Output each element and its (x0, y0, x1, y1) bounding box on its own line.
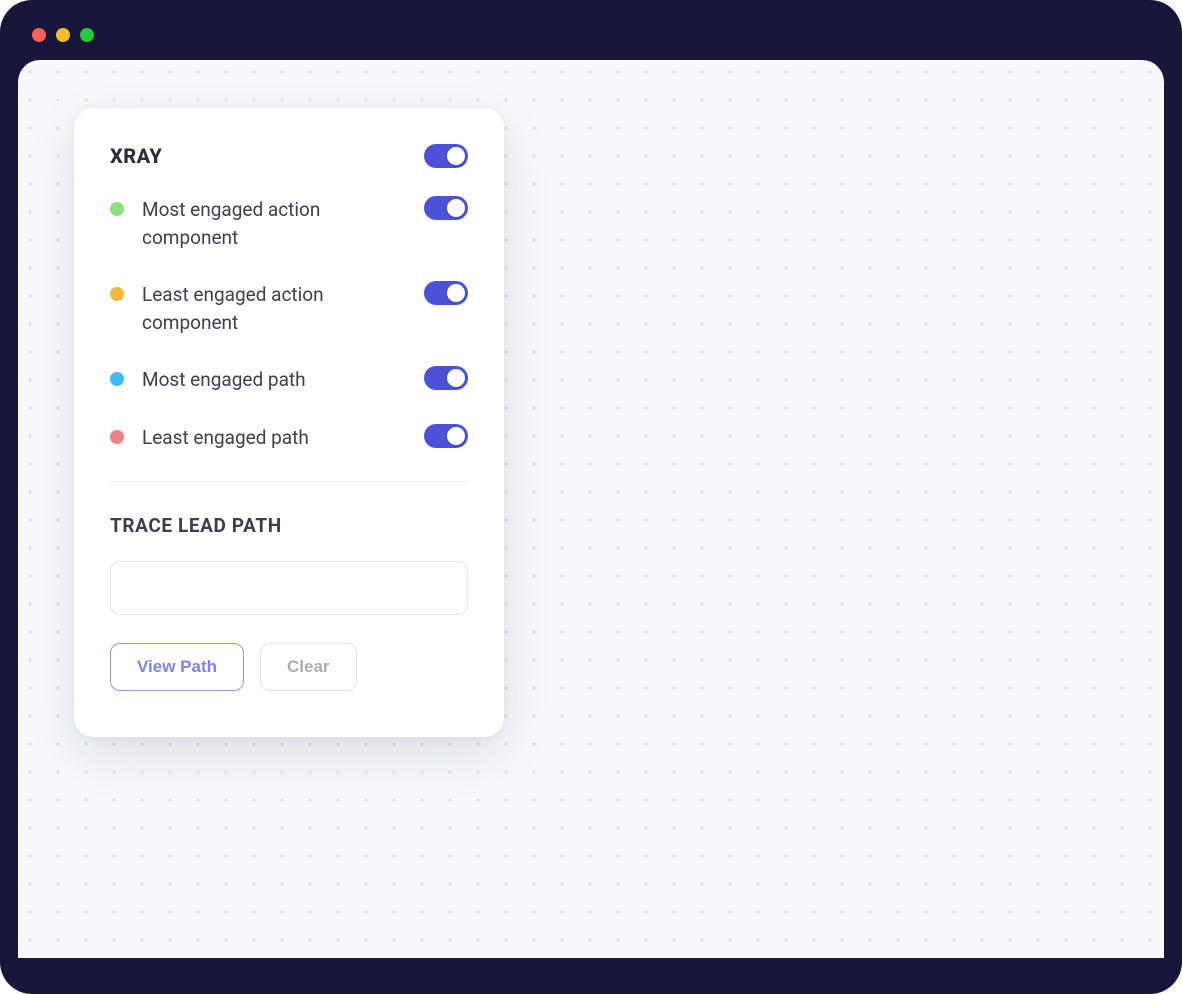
toggle-most-engaged-action[interactable] (424, 196, 468, 220)
option-label: Most engaged action component (142, 196, 382, 251)
color-dot-icon (110, 202, 124, 216)
maximize-window-icon[interactable] (80, 28, 94, 42)
trace-section-title: TRACE LEAD PATH (110, 514, 468, 537)
color-dot-icon (110, 287, 124, 301)
toggle-knob-icon (447, 369, 465, 387)
panel-title: XRAY (110, 144, 162, 168)
option-least-engaged-path: Least engaged path (110, 424, 468, 452)
close-window-icon[interactable] (32, 28, 46, 42)
option-label: Least engaged action component (142, 281, 382, 336)
canvas-area: XRAY Most engaged action component Least… (18, 60, 1164, 958)
divider (110, 481, 468, 482)
option-left: Most engaged path (110, 366, 406, 394)
window-controls (18, 18, 1164, 60)
option-label: Least engaged path (142, 424, 309, 452)
option-left: Least engaged action component (110, 281, 406, 336)
button-row: View Path Clear (110, 643, 468, 691)
panel-header: XRAY (110, 144, 468, 168)
option-most-engaged-path: Most engaged path (110, 366, 468, 394)
xray-panel: XRAY Most engaged action component Least… (74, 108, 504, 737)
toggle-least-engaged-action[interactable] (424, 281, 468, 305)
option-least-engaged-action: Least engaged action component (110, 281, 468, 336)
toggle-knob-icon (447, 284, 465, 302)
view-path-button[interactable]: View Path (110, 643, 244, 691)
color-dot-icon (110, 430, 124, 444)
toggle-knob-icon (447, 427, 465, 445)
toggle-most-engaged-path[interactable] (424, 366, 468, 390)
toggle-knob-icon (447, 147, 465, 165)
option-left: Least engaged path (110, 424, 406, 452)
browser-frame: XRAY Most engaged action component Least… (0, 0, 1182, 994)
minimize-window-icon[interactable] (56, 28, 70, 42)
toggle-least-engaged-path[interactable] (424, 424, 468, 448)
toggle-knob-icon (447, 199, 465, 217)
option-most-engaged-action: Most engaged action component (110, 196, 468, 251)
clear-button[interactable]: Clear (260, 643, 357, 691)
trace-lead-input[interactable] (110, 561, 468, 615)
option-label: Most engaged path (142, 366, 306, 394)
xray-master-toggle[interactable] (424, 144, 468, 168)
option-left: Most engaged action component (110, 196, 406, 251)
color-dot-icon (110, 372, 124, 386)
